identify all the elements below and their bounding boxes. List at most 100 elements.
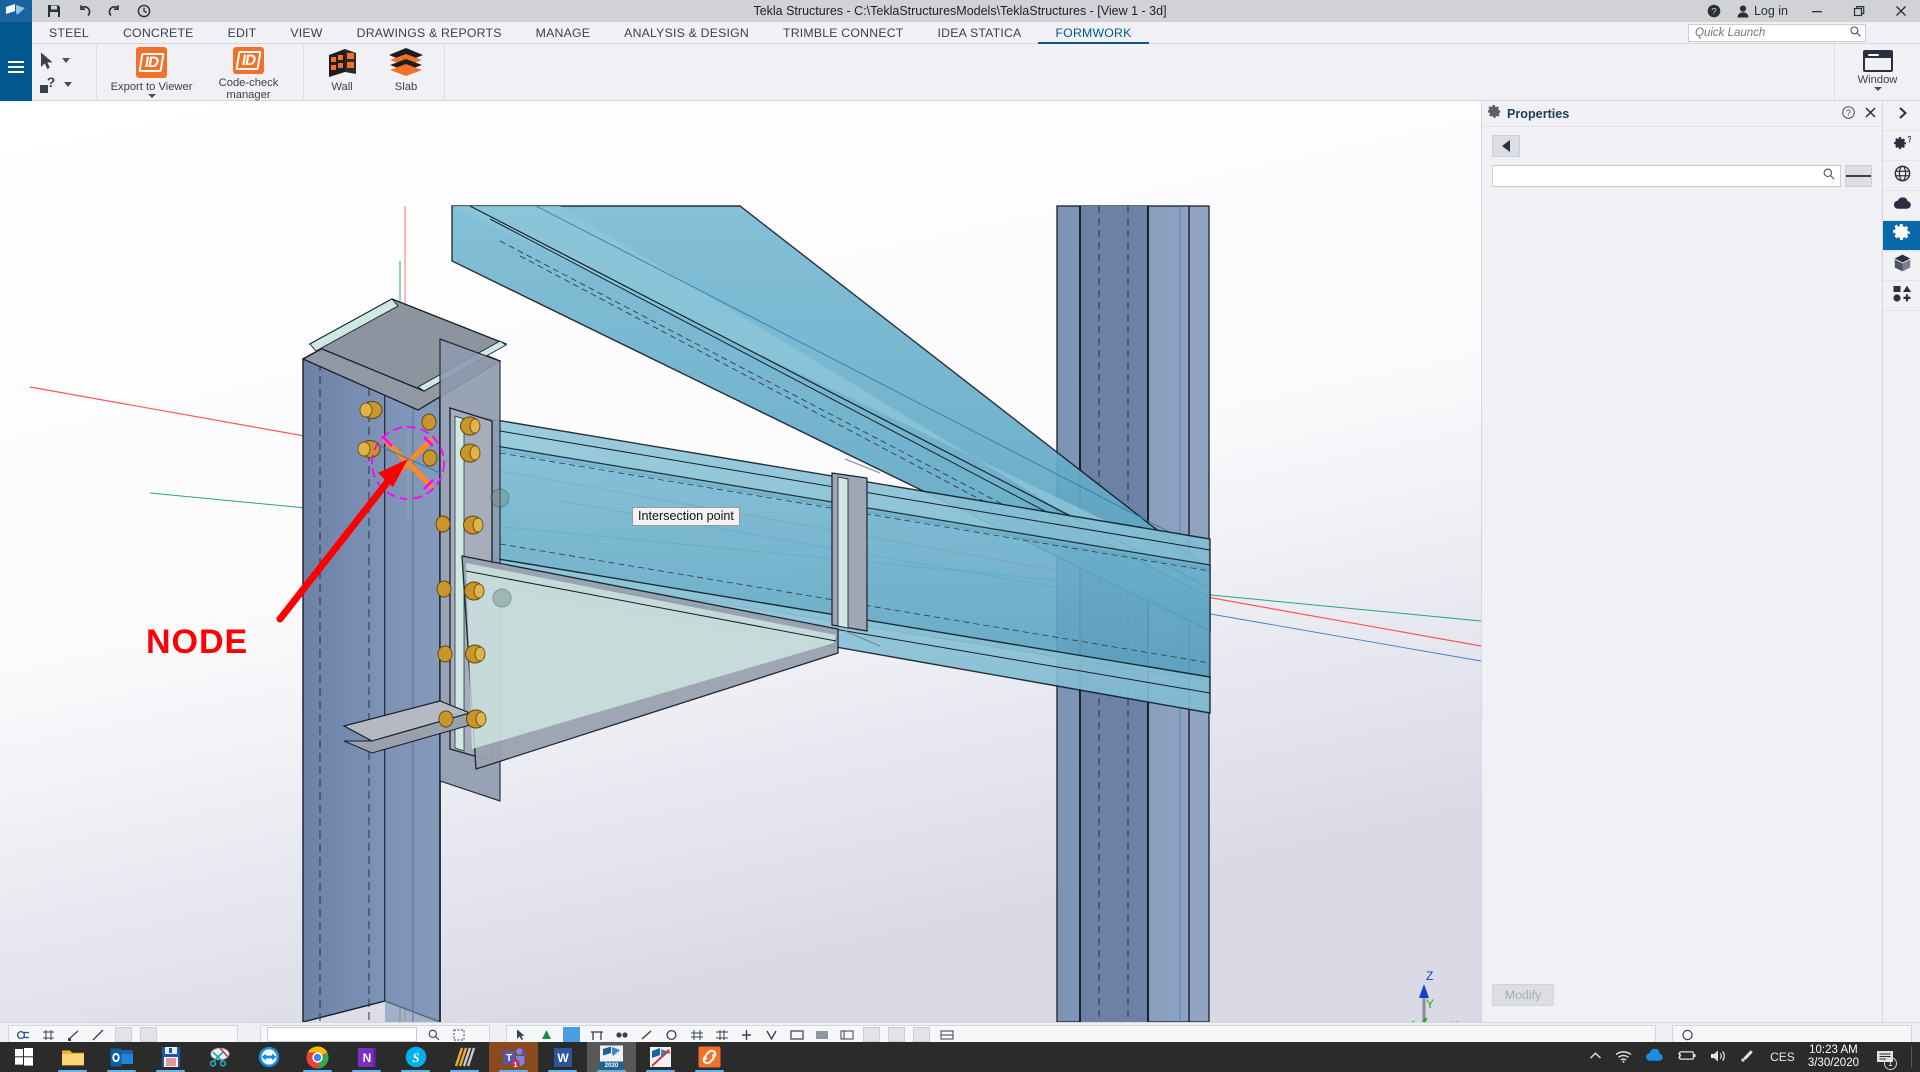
clock[interactable]: 10:23 AM 3/30/2020 — [1808, 1044, 1859, 1070]
chevron-down-icon[interactable] — [64, 82, 72, 87]
help-icon[interactable]: ? — [1842, 106, 1855, 122]
chevron-down-icon[interactable] — [148, 94, 156, 98]
fit-work-area-icon[interactable] — [838, 1027, 855, 1042]
tab-trimble-connect[interactable]: TRIMBLE CONNECT — [766, 22, 921, 44]
snap-line-icon[interactable] — [90, 1027, 107, 1042]
cursor-select-button[interactable] — [40, 52, 96, 70]
restore-button[interactable] — [1846, 0, 1872, 22]
quick-access-toolbar[interactable] — [32, 3, 152, 19]
bottom-toolbars-strip[interactable] — [0, 1022, 1920, 1042]
onedrive-cloud-icon[interactable] — [1645, 1049, 1664, 1065]
components-button[interactable] — [1883, 251, 1920, 281]
view-toggle-2[interactable] — [888, 1027, 905, 1042]
taskbar-microsoft-teams[interactable]: T 1 — [489, 1042, 538, 1072]
status-toolbar[interactable] — [1672, 1025, 1912, 1042]
taskbar-save-disk-app[interactable] — [146, 1042, 195, 1072]
pan-icon[interactable] — [813, 1027, 830, 1042]
tab-drawings-reports[interactable]: DRAWINGS & REPORTS — [340, 22, 519, 44]
expand-panel-button[interactable] — [1883, 101, 1920, 131]
taskbar-teamviewer[interactable] — [244, 1042, 293, 1072]
undo-icon[interactable] — [76, 3, 92, 19]
taskbar-tekla-model-sharing[interactable] — [636, 1042, 685, 1072]
minimize-button[interactable] — [1804, 0, 1830, 22]
taskbar-idea-statica[interactable] — [440, 1042, 489, 1072]
collapse-panel-button[interactable] — [1492, 135, 1520, 157]
help-button[interactable]: ? — [1707, 4, 1721, 18]
properties-menu-button[interactable] — [1845, 165, 1872, 187]
wall-button[interactable]: Wall — [310, 44, 374, 101]
settings-button[interactable] — [1883, 221, 1920, 251]
tab-idea-statica[interactable]: IDEA STATICA — [921, 22, 1039, 44]
tab-edit[interactable]: EDIT — [211, 22, 274, 44]
select-weld-icon[interactable] — [638, 1027, 655, 1042]
ribbon-tab-strip[interactable]: STEEL CONCRETE EDIT VIEW DRAWINGS & REPO… — [0, 22, 1920, 44]
login-button[interactable]: Log in — [1737, 4, 1788, 18]
chevron-up-icon[interactable] — [1589, 1051, 1602, 1064]
settings-help-button[interactable]: ? — [1883, 131, 1920, 161]
taskbar-skype[interactable]: S — [391, 1042, 440, 1072]
wifi-icon[interactable] — [1615, 1049, 1632, 1066]
notifications-button[interactable]: 1 — [1872, 1042, 1898, 1072]
render-mode-icon[interactable] — [938, 1027, 955, 1042]
search-toolbar[interactable] — [260, 1025, 490, 1042]
globe-button[interactable] — [1883, 161, 1920, 191]
search-icon[interactable] — [425, 1027, 442, 1042]
hamburger-icon[interactable] — [8, 58, 24, 76]
status-icon[interactable] — [1679, 1027, 1696, 1042]
select-part-icon[interactable] — [563, 1027, 580, 1042]
slab-button[interactable]: Slab — [374, 44, 438, 101]
tab-analysis-design[interactable]: ANALYSIS & DESIGN — [607, 22, 766, 44]
export-to-viewer-button[interactable]: ID Export to Viewer — [103, 44, 200, 101]
taskbar-tekla-structures-2020[interactable]: 2020 — [587, 1042, 636, 1072]
view-toggle-1[interactable] — [863, 1027, 880, 1042]
chevron-down-icon[interactable] — [1874, 87, 1882, 91]
taskbar-microsoft-word[interactable]: W — [538, 1042, 587, 1072]
select-assembly-icon[interactable] — [588, 1027, 605, 1042]
taskbar-snipping-tool[interactable] — [195, 1042, 244, 1072]
select-surface-icon[interactable] — [713, 1027, 730, 1042]
snap-settings-toolbar[interactable] — [8, 1025, 238, 1042]
close-button[interactable] — [1888, 0, 1914, 22]
system-tray[interactable]: CES 10:23 AM 3/30/2020 1 — [1589, 1042, 1920, 1072]
select-component-icon[interactable] — [538, 1027, 555, 1042]
speaker-icon[interactable] — [1710, 1049, 1727, 1066]
taskbar-outlook[interactable] — [97, 1042, 146, 1072]
taskbar-google-chrome[interactable] — [293, 1042, 342, 1072]
cloud-button[interactable] — [1883, 191, 1920, 221]
select-bolt-icon[interactable] — [613, 1027, 630, 1042]
view-toggle-3[interactable] — [913, 1027, 930, 1042]
pen-icon[interactable] — [1740, 1049, 1757, 1066]
tab-manage[interactable]: MANAGE — [519, 22, 608, 44]
snap-origin-icon[interactable] — [15, 1027, 32, 1042]
select-view-icon[interactable] — [763, 1027, 780, 1042]
selection-switches-toolbar[interactable] — [506, 1025, 1656, 1042]
filter-icon[interactable] — [450, 1027, 467, 1042]
code-check-manager-button[interactable]: ID Code-check manager — [200, 44, 297, 101]
close-icon[interactable] — [1865, 107, 1876, 121]
select-all-icon[interactable] — [513, 1027, 530, 1042]
tab-formwork[interactable]: FORMWORK — [1038, 22, 1148, 44]
save-icon[interactable] — [46, 3, 62, 19]
quick-launch-box[interactable] — [1688, 24, 1866, 42]
tab-view[interactable]: VIEW — [273, 22, 339, 44]
redo-icon[interactable] — [106, 3, 122, 19]
model-viewport-3d[interactable]: Z Y X Intersection point NODE — [0, 101, 1481, 1022]
show-desktop-separator[interactable] — [1911, 1046, 1912, 1068]
taskbar-onenote[interactable]: N — [342, 1042, 391, 1072]
history-icon[interactable] — [136, 3, 152, 19]
snap-toggle-1[interactable] — [115, 1027, 132, 1042]
snap-point-icon[interactable] — [65, 1027, 82, 1042]
side-icon-rail[interactable]: ? — [1882, 101, 1920, 1022]
ribbon-menu-rail[interactable] — [0, 44, 32, 101]
query-object-button[interactable]: ? — [40, 76, 96, 93]
modify-button[interactable]: Modify — [1492, 984, 1554, 1006]
windows-taskbar[interactable]: N S T 1 W — [0, 1042, 1920, 1072]
toolbar-search-input[interactable] — [267, 1027, 417, 1042]
properties-search-input[interactable] — [1498, 169, 1823, 183]
shapes-button[interactable] — [1883, 281, 1920, 311]
taskbar-file-explorer[interactable] — [48, 1042, 97, 1072]
zoom-window-icon[interactable] — [788, 1027, 805, 1042]
select-grid-icon[interactable] — [688, 1027, 705, 1042]
model-canvas[interactable]: Z Y X — [0, 101, 1481, 1022]
snap-toggle-2[interactable] — [140, 1027, 157, 1042]
